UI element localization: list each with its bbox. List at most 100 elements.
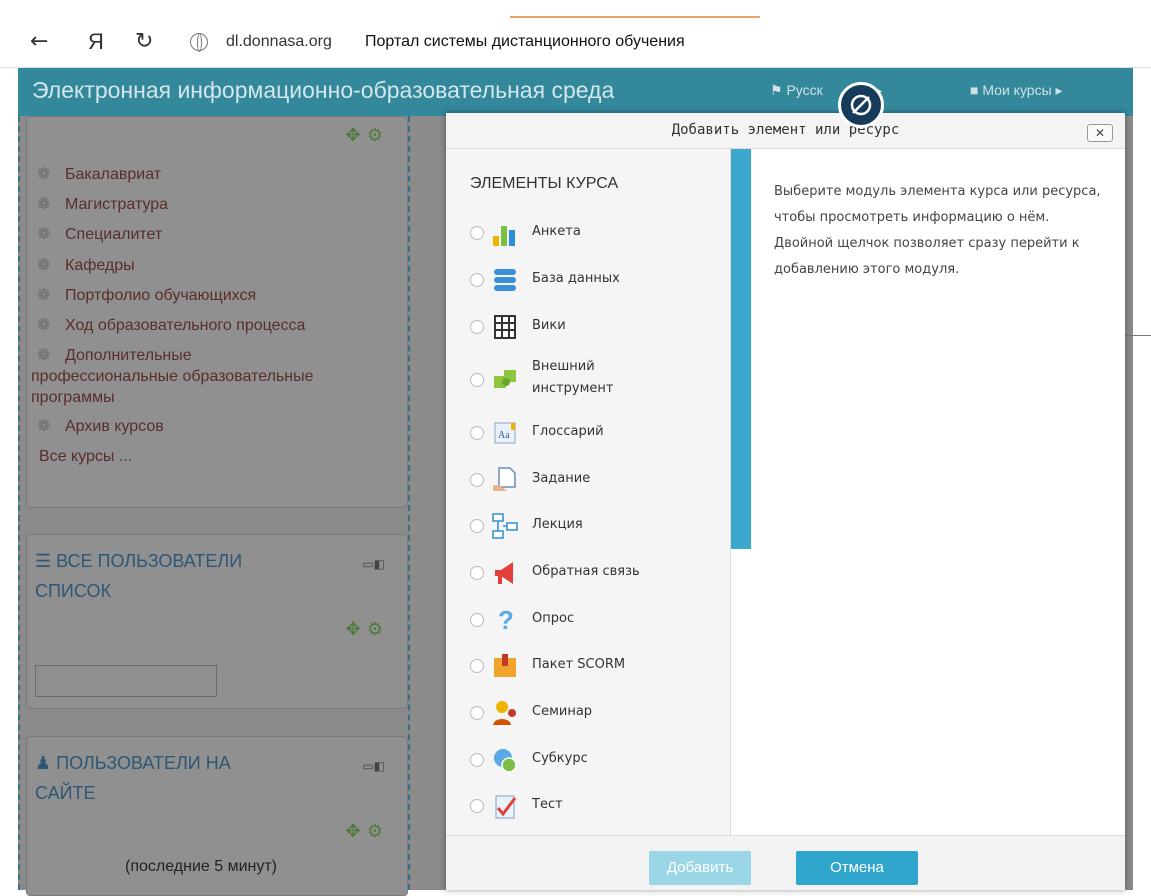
- language-menu-label: Русск: [786, 82, 823, 98]
- module-list-heading: ЭЛЕМЕНТЫ КУРСА: [470, 175, 619, 192]
- module-label: Субкурс: [532, 751, 588, 766]
- back-icon[interactable]: ←: [30, 30, 48, 54]
- category-item[interactable]: ❁ Архив курсов: [37, 417, 164, 437]
- all-users-title-line2: СПИСОК: [35, 581, 111, 601]
- block-settings-icon[interactable]: ✥ ⚙: [346, 619, 384, 640]
- category-icon: ❁: [37, 287, 51, 304]
- content-divider: [1123, 335, 1151, 336]
- svg-text:?: ?: [498, 605, 514, 635]
- block-collapse-icon[interactable]: ▭◧: [362, 759, 385, 773]
- address-page-title[interactable]: Портал системы дистанционного обучения: [365, 33, 685, 51]
- category-item[interactable]: ❁ Ход образовательного процесса: [37, 316, 305, 336]
- subcourse-icon: [494, 749, 517, 773]
- cancel-button[interactable]: Отмена: [796, 851, 918, 885]
- briefcase-icon: ■: [970, 82, 983, 98]
- module-label: Глоссарий: [532, 424, 604, 439]
- module-label: Семинар: [532, 704, 593, 719]
- add-button[interactable]: Добавить: [649, 851, 751, 885]
- all-courses-link[interactable]: Все курсы ...: [39, 447, 132, 467]
- reload-icon[interactable]: ↻: [135, 30, 153, 54]
- yandex-icon[interactable]: Я: [88, 30, 104, 54]
- address-domain[interactable]: dl.donnasa.org: [226, 33, 332, 51]
- my-courses-menu[interactable]: ■ Мои курсы ▸: [970, 82, 1063, 99]
- assignment-icon: [493, 467, 516, 491]
- module-label: Обратная связь: [532, 564, 640, 579]
- all-users-block: ☰ ВСЕ ПОЛЬЗОВАТЕЛИ ▭◧ СПИСОК ✥ ⚙: [26, 534, 408, 709]
- scorm-icon: [494, 654, 516, 677]
- category-item[interactable]: ❁ Бакалавриат: [37, 165, 161, 185]
- flag-icon: ⚑: [770, 82, 787, 98]
- dialog-title: Добавить элемент или ресурс: [671, 122, 900, 138]
- online-users-block: ♟ ПОЛЬЗОВАТЕЛИ НА ▭◧ САЙТЕ ✥ ⚙ (последни…: [26, 736, 408, 896]
- my-courses-label: Мои курсы ▸: [982, 82, 1063, 98]
- loading-indicator: [510, 16, 760, 18]
- module-label: Внешний: [532, 359, 595, 374]
- site-title[interactable]: Электронная информационно-образовательна…: [32, 77, 614, 104]
- module-radio[interactable]: [470, 659, 484, 673]
- category-item[interactable]: ❁ Специалитет: [37, 225, 162, 245]
- module-label: Пакет SCORM: [532, 657, 626, 672]
- category-icon: ❁: [37, 166, 51, 183]
- online-users-title-line2: САЙТЕ: [35, 783, 96, 803]
- add-activity-dialog: Добавить элемент или ресурс ✕ ЭЛЕМЕНТЫ К…: [446, 113, 1125, 890]
- categories-block: ✥ ⚙ ❁ Бакалавриат ❁ Магистратура ❁ Специали…: [26, 116, 408, 508]
- module-radio[interactable]: [470, 373, 484, 387]
- block-settings-icon[interactable]: ✥ ⚙: [346, 821, 384, 842]
- module-radio[interactable]: [470, 320, 484, 334]
- info-accent-bar: [731, 149, 751, 549]
- megaphone-icon: [495, 562, 513, 584]
- browser-toolbar: ← Я ↻ dl.donnasa.org Портал системы дист…: [0, 0, 1151, 68]
- module-label: Лекция: [532, 517, 583, 532]
- category-item[interactable]: ❁ Магистратура: [37, 195, 168, 215]
- users-icon: ♟: [35, 753, 57, 773]
- module-list: ЭЛЕМЕНТЫ КУРСА Анкета База данных Вики В…: [446, 149, 731, 835]
- sidebar: ✥ ⚙ ❁ Бакалавриат ❁ Магистратура ❁ Специали…: [18, 116, 410, 896]
- dialog-header: Добавить элемент или ресурс ✕: [446, 113, 1125, 149]
- category-item-continued[interactable]: программы: [31, 388, 115, 408]
- module-radio[interactable]: [470, 753, 484, 767]
- online-users-title: ♟ ПОЛЬЗОВАТЕЛИ НА: [35, 753, 231, 773]
- dialog-footer: Добавить Отмена: [446, 835, 1125, 890]
- category-item-continued[interactable]: профессиональные образовательные: [31, 367, 313, 387]
- close-icon[interactable]: ✕: [1087, 124, 1113, 142]
- all-users-title: ☰ ВСЕ ПОЛЬЗОВАТЕЛИ: [35, 551, 243, 571]
- module-label: Опрос: [532, 611, 575, 626]
- module-radio[interactable]: [470, 426, 484, 440]
- list-icon: ☰: [35, 551, 57, 571]
- glossary-icon: Aa: [494, 422, 516, 444]
- eye-off-icon[interactable]: [838, 82, 884, 128]
- category-item[interactable]: ❁ Дополнительные: [37, 346, 192, 366]
- category-icon: ❁: [37, 226, 51, 243]
- module-radio[interactable]: [470, 799, 484, 813]
- module-label: Задание: [532, 471, 591, 486]
- module-radio[interactable]: [470, 273, 484, 287]
- users-search-input[interactable]: [35, 665, 217, 697]
- module-radio[interactable]: [470, 566, 484, 580]
- module-label: Анкета: [532, 224, 581, 239]
- category-icon: ❁: [37, 196, 51, 213]
- module-radio[interactable]: [470, 226, 484, 240]
- module-radio[interactable]: [470, 706, 484, 720]
- quiz-icon: [495, 795, 517, 819]
- category-item[interactable]: ❁ Портфолио обучающихся: [37, 286, 256, 306]
- block-collapse-icon[interactable]: ▭◧: [362, 557, 385, 571]
- module-label: База данных: [532, 271, 620, 286]
- module-label: Вики: [532, 318, 566, 333]
- online-period: (последние 5 минут): [125, 858, 277, 875]
- module-radio[interactable]: [470, 613, 484, 627]
- module-label: Тест: [532, 797, 563, 812]
- module-radio[interactable]: [470, 473, 484, 487]
- category-icon: ❁: [37, 418, 51, 435]
- category-icon: ❁: [37, 257, 51, 274]
- wiki-icon: [494, 315, 516, 339]
- module-help-text: Выберите модуль элемента курса или ресур…: [774, 184, 1101, 277]
- question-icon: ?: [498, 605, 514, 635]
- category-item[interactable]: ❁ Кафедры: [37, 256, 135, 276]
- bar-chart-icon: [493, 226, 515, 246]
- site-header: Электронная информационно-образовательна…: [18, 68, 1133, 116]
- block-settings-icon[interactable]: ✥ ⚙: [346, 125, 384, 146]
- module-radio[interactable]: [470, 519, 484, 533]
- puzzle-icon: [494, 370, 516, 388]
- workshop-icon: [493, 701, 516, 725]
- database-icon: [494, 269, 516, 291]
